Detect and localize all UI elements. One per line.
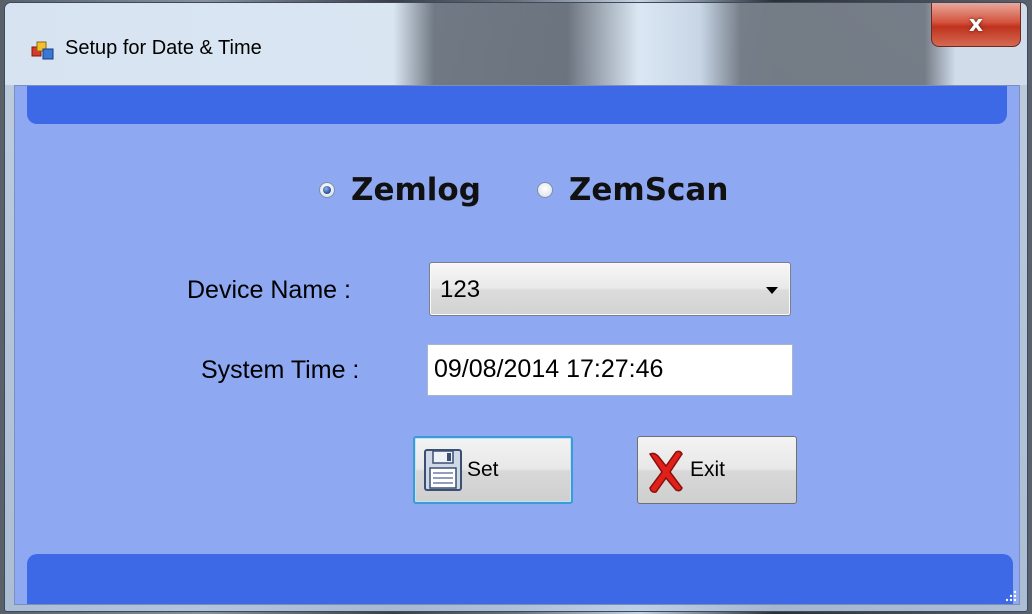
window-title: Setup for Date & Time [65, 37, 262, 59]
exit-button[interactable]: Exit [637, 436, 797, 504]
set-button[interactable]: Set [413, 436, 573, 504]
radio-button-zemscan[interactable] [536, 182, 553, 198]
set-button-label: Set [467, 458, 499, 481]
radio-option-zemlog[interactable]: Zemlog [319, 172, 481, 208]
radio-option-zemscan[interactable]: ZemScan [536, 172, 729, 208]
footer-band [27, 554, 1013, 604]
device-type-radio-group: Zemlog ZemScan [319, 172, 784, 208]
header-band [27, 86, 1007, 124]
exit-button-label: Exit [690, 458, 726, 481]
client-area: Zemlog ZemScan Device Name : 123 System … [14, 85, 1020, 605]
radio-label-zemlog[interactable]: Zemlog [351, 172, 481, 208]
title-bar[interactable]: Setup for Date & Time x [5, 3, 1027, 85]
close-button[interactable]: x [931, 3, 1021, 47]
device-name-value: 123 [440, 276, 481, 303]
system-time-label: System Time : [201, 356, 360, 384]
app-icon [31, 41, 54, 60]
radio-button-zemlog[interactable] [319, 182, 335, 198]
red-x-icon [648, 450, 683, 493]
system-time-value: 09/08/2014 17:27:46 [434, 355, 664, 383]
close-icon: x [968, 12, 984, 37]
floppy-disk-icon [424, 449, 462, 491]
device-name-label: Device Name : [187, 276, 351, 304]
resize-grip-icon[interactable] [1005, 590, 1017, 602]
chevron-down-icon[interactable] [766, 287, 778, 294]
system-time-field[interactable]: 09/08/2014 17:27:46 [427, 344, 793, 396]
radio-label-zemscan[interactable]: ZemScan [569, 172, 729, 208]
dialog-window: Setup for Date & Time x Zemlog ZemScan D… [4, 2, 1028, 612]
device-name-dropdown[interactable]: 123 [429, 262, 791, 316]
